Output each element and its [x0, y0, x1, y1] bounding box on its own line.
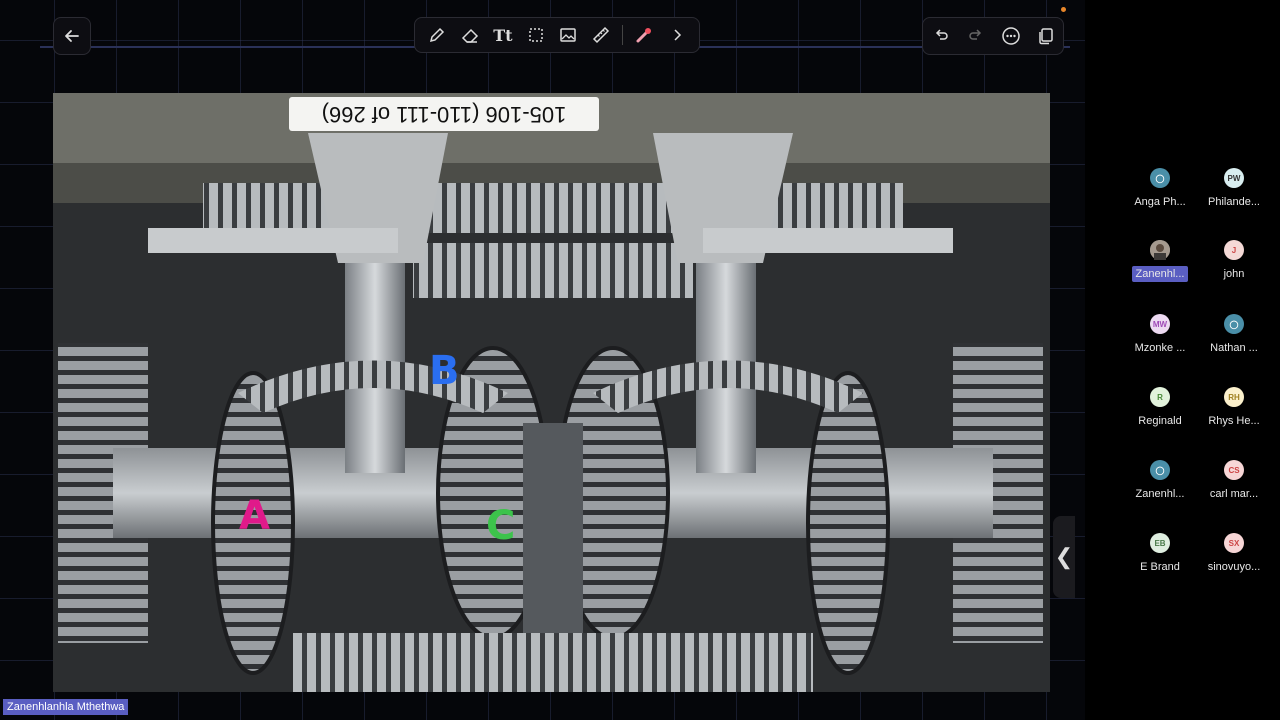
pen-tool[interactable] [425, 23, 449, 47]
participant-tile[interactable]: Zanenhl... [1119, 240, 1201, 287]
participant-tile[interactable]: ◯ Anga Ph... [1119, 168, 1201, 215]
history-toolbar [922, 17, 1064, 55]
participant-tile[interactable]: EB E Brand [1119, 533, 1201, 580]
participant-tile[interactable]: PW Philande... [1193, 168, 1275, 215]
chevron-left-icon: ❮ [1054, 544, 1074, 569]
person-icon: ◯ [1224, 314, 1244, 334]
chevron-right-icon [673, 29, 681, 41]
drawing-toolbar: Tt [414, 17, 700, 53]
annotation-b: B [429, 348, 460, 394]
annotation-a: A [239, 493, 270, 539]
participant-name: Reginald [1138, 415, 1182, 427]
participant-tile[interactable]: RH Rhys He... [1193, 387, 1275, 434]
participant-tile[interactable]: ◯ Nathan ... [1193, 314, 1275, 361]
participant-tile[interactable]: J john [1193, 240, 1275, 287]
active-speaker-label: Zanenhlanhla Mthethwa [3, 699, 129, 715]
participant-name: Mzonke ... [1134, 342, 1186, 354]
laser-pointer-tool[interactable] [632, 23, 656, 47]
photo-avatar-icon [1150, 240, 1170, 260]
image-tool[interactable] [556, 23, 580, 47]
avatar: CS [1224, 460, 1244, 480]
avatar: MW [1150, 314, 1170, 334]
toolbar-separator [621, 25, 623, 45]
participant-tile[interactable]: R Reginald [1119, 387, 1201, 434]
participant-name: Philande... [1208, 196, 1260, 208]
text-tool[interactable]: Tt [491, 23, 515, 47]
participant-tile[interactable]: SX sinovuyo... [1193, 533, 1275, 580]
eraser-tool[interactable] [458, 23, 482, 47]
status-dot [1061, 7, 1066, 12]
participant-name: sinovuyo... [1207, 561, 1261, 573]
participant-name: john [1223, 268, 1245, 280]
participant-name: Anga Ph... [1134, 196, 1186, 208]
participant-tile[interactable]: MW Mzonke ... [1119, 314, 1201, 361]
participant-name: Zanenhl... [1135, 488, 1185, 500]
more-button[interactable] [999, 24, 1023, 48]
eraser-icon [462, 28, 479, 43]
image-icon [560, 28, 577, 42]
back-arrow-icon [65, 30, 79, 42]
select-tool[interactable] [524, 23, 548, 47]
slide-image: 105-106 (110-111 of 266) A B C [53, 93, 1050, 692]
page-label: 105-106 (110-111 of 266) [289, 97, 599, 131]
participant-name: carl mar... [1209, 488, 1259, 500]
redo-button[interactable] [964, 24, 988, 48]
ruler-tool[interactable] [589, 23, 613, 47]
avatar: SX [1224, 533, 1244, 553]
avatar: PW [1224, 168, 1244, 188]
avatar: EB [1150, 533, 1170, 553]
undo-button[interactable] [929, 24, 953, 48]
avatar: RH [1224, 387, 1244, 407]
pages-button[interactable] [1034, 24, 1058, 48]
avatar: R [1150, 387, 1170, 407]
avatar: J [1224, 240, 1244, 260]
ruler-icon [593, 26, 610, 44]
gear-photo [53, 93, 1050, 692]
participant-tile[interactable]: CS carl mar... [1193, 460, 1275, 507]
participant-name: Zanenhl... [1131, 266, 1189, 282]
toolbar-expand-button[interactable] [665, 23, 689, 47]
collapse-panel-handle[interactable]: ❮ [1053, 516, 1075, 598]
participant-tile[interactable]: ◯ Zanenhl... [1119, 460, 1201, 507]
pages-icon [1038, 28, 1053, 45]
more-icon [1001, 27, 1020, 45]
participant-name: E Brand [1140, 561, 1180, 573]
person-icon: ◯ [1150, 460, 1170, 480]
participant-name: Rhys He... [1208, 415, 1260, 427]
person-icon: ◯ [1150, 168, 1170, 188]
text-icon: Tt [493, 25, 513, 45]
redo-icon [968, 29, 981, 40]
pencil-icon [430, 27, 445, 43]
selection-icon [528, 28, 543, 42]
participant-name: Nathan ... [1210, 342, 1258, 354]
back-button[interactable] [53, 17, 91, 55]
undo-icon [935, 29, 948, 40]
annotation-c: C [486, 503, 516, 549]
laser-pointer-icon [636, 28, 651, 43]
